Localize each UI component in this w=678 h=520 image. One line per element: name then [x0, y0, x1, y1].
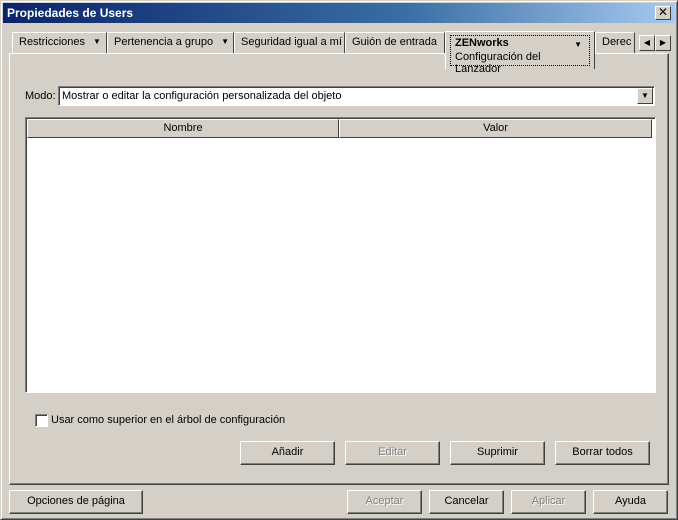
tab-label: Restricciones — [19, 36, 86, 48]
chevron-down-icon[interactable]: ▼ — [574, 40, 582, 49]
column-header-label: Nombre — [163, 122, 203, 134]
delete-button[interactable]: Suprimir — [450, 441, 545, 465]
column-header-label: Valor — [483, 122, 508, 134]
column-header-nombre[interactable]: Nombre — [27, 119, 339, 138]
tab-pertenencia-a-grupo[interactable]: Pertenencia a grupo ▼ — [107, 32, 234, 53]
mode-select-value: Mostrar o editar la configuración person… — [62, 90, 342, 102]
tab-guion-de-entrada[interactable]: Guión de entrada — [345, 32, 445, 53]
chevron-down-icon: ▼ — [641, 91, 649, 100]
tab-label: Pertenencia a grupo — [114, 36, 214, 48]
dropdown-button[interactable]: ▼ — [637, 88, 653, 104]
tab-label: Guión de entrada — [352, 36, 438, 48]
arrow-right-icon: ▶ — [659, 38, 667, 47]
mode-select[interactable]: Mostrar o editar la configuración person… — [58, 86, 655, 106]
tab-derechos[interactable]: Derec — [595, 32, 635, 53]
tab-seguridad-igual-a-mi[interactable]: Seguridad igual a mí — [234, 32, 345, 53]
title-bar: Propiedades de Users ✕ — [3, 3, 675, 23]
page-options-label: Opciones de página — [27, 495, 125, 507]
use-as-parent-label[interactable]: Usar como superior en el árbol de config… — [51, 414, 285, 426]
mode-label: Modo: — [25, 90, 56, 102]
help-button[interactable]: Ayuda — [593, 490, 668, 514]
tab-scroll-right-button[interactable]: ▶ — [655, 35, 671, 51]
add-button[interactable]: Añadir — [240, 441, 335, 465]
help-label: Ayuda — [615, 495, 646, 507]
cancel-label: Cancelar — [444, 495, 489, 507]
clear-all-button[interactable]: Borrar todos — [555, 441, 650, 465]
edit-button[interactable]: Editar — [345, 441, 440, 465]
chevron-down-icon[interactable]: ▼ — [93, 37, 101, 46]
close-icon: ✕ — [657, 5, 669, 19]
chevron-down-icon[interactable]: ▼ — [221, 37, 229, 46]
tab-label: Derec — [602, 36, 632, 48]
add-button-label: Añadir — [271, 446, 304, 458]
column-header-valor[interactable]: Valor — [339, 119, 652, 138]
delete-button-label: Suprimir — [477, 446, 518, 458]
tab-focus-rect: ZENworks Configuración del Lanzador — [450, 35, 590, 75]
accept-label: Aceptar — [365, 495, 404, 507]
tab-restricciones[interactable]: Restricciones ▼ — [12, 32, 107, 53]
tab-label: ZENworks — [455, 37, 509, 49]
tab-scroll-left-button[interactable]: ◀ — [639, 35, 655, 51]
accept-button[interactable]: Aceptar — [347, 490, 422, 514]
page-options-button[interactable]: Opciones de página — [9, 490, 143, 514]
cancel-button[interactable]: Cancelar — [429, 490, 504, 514]
tab-zenworks[interactable]: ZENworks Configuración del Lanzador ▼ — [445, 31, 595, 75]
use-as-parent-checkbox[interactable] — [35, 414, 48, 427]
edit-button-label: Editar — [378, 446, 407, 458]
clear-all-button-label: Borrar todos — [572, 446, 633, 458]
arrow-left-icon: ◀ — [643, 38, 651, 47]
apply-label: Aplicar — [531, 495, 566, 507]
tab-sublabel: Configuración del Lanzador — [455, 51, 541, 75]
close-button[interactable]: ✕ — [655, 6, 671, 20]
window-title: Propiedades de Users — [7, 6, 134, 20]
properties-dialog: Propiedades de Users ✕ Restricciones ▼ Pe… — [0, 0, 678, 520]
tab-label: Seguridad igual a mí — [241, 36, 342, 48]
settings-table[interactable]: Nombre Valor — [25, 117, 656, 393]
apply-button[interactable]: Aplicar — [511, 490, 586, 514]
